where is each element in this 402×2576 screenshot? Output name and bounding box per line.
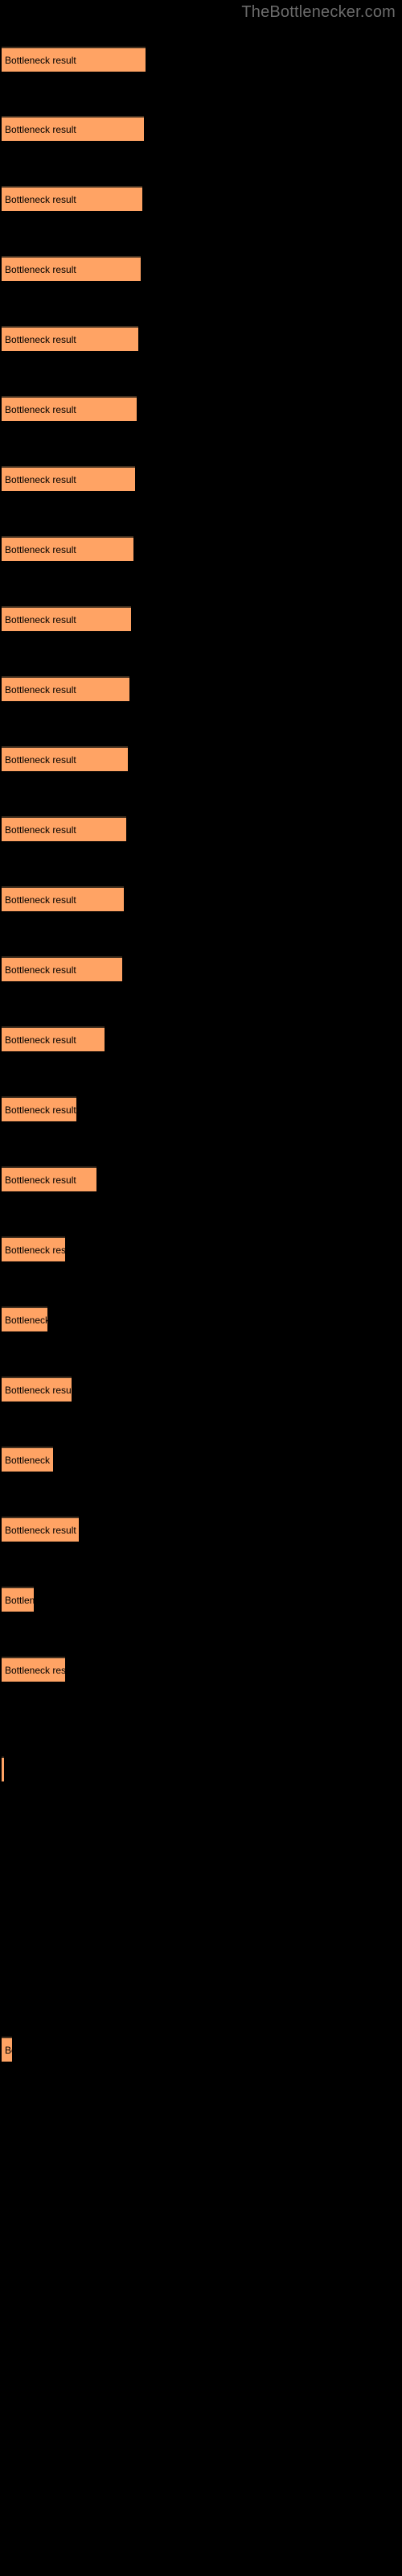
bar-label: Bottleneck result xyxy=(5,1034,76,1046)
bar-label: Bottleneck result xyxy=(5,1664,65,1676)
bar-label: Bottleneck result xyxy=(5,753,76,766)
bar-label: Bottleneck result xyxy=(5,1314,47,1326)
bar-label: Bottleneck result xyxy=(5,333,76,345)
bar-label: Bottleneck result xyxy=(5,54,76,66)
bar-6[interactable]: Bottleneck result xyxy=(2,396,137,421)
bottleneck-bar-chart: Bottleneck result Bottleneck result Bottle… xyxy=(0,0,402,2576)
bar-label: Bottleneck result xyxy=(5,1244,65,1256)
bar-28[interactable]: Bottleneck result xyxy=(2,2037,12,2062)
bar-label: Bottleneck result xyxy=(5,263,76,275)
bar-18[interactable]: Bottleneck result xyxy=(2,1236,65,1261)
bar-7[interactable]: Bottleneck result xyxy=(2,466,135,491)
bar-8[interactable]: Bottleneck result xyxy=(2,536,133,561)
bar-19[interactable]: Bottleneck result xyxy=(2,1307,47,1331)
bar-label: Bottleneck result xyxy=(5,1524,76,1536)
bar-5[interactable]: Bottleneck result xyxy=(2,326,138,351)
bar-9[interactable]: Bottleneck result xyxy=(2,606,131,631)
bar-3[interactable]: Bottleneck result xyxy=(2,186,142,211)
bar-label: Bottleneck result xyxy=(5,964,76,976)
bar-10[interactable]: Bottleneck result xyxy=(2,676,129,701)
bar-25[interactable]: Bottleneck result xyxy=(2,1757,4,1781)
bar-label: Bottleneck result xyxy=(5,1384,72,1396)
bar-label: Bottleneck result xyxy=(5,894,76,906)
bar-label: Bottleneck result xyxy=(5,403,76,415)
bar-label: Bottleneck result xyxy=(5,613,76,625)
bar-14[interactable]: Bottleneck result xyxy=(2,956,122,981)
bar-13[interactable]: Bottleneck result xyxy=(2,886,124,911)
bar-label: Bottleneck result xyxy=(5,473,76,485)
bar-label: Bottleneck result xyxy=(5,123,76,135)
bar-label: Bottleneck result xyxy=(5,1594,34,1606)
bar-2[interactable]: Bottleneck result xyxy=(2,116,144,141)
bar-label: Bottleneck result xyxy=(5,824,76,836)
bar-label: Bottleneck result xyxy=(5,1174,76,1186)
bar-label: Bottleneck result xyxy=(5,543,76,555)
bar-20[interactable]: Bottleneck result xyxy=(2,1377,72,1402)
bar-15[interactable]: Bottleneck result xyxy=(2,1026,105,1051)
bar-22[interactable]: Bottleneck result xyxy=(2,1517,79,1542)
bar-12[interactable]: Bottleneck result xyxy=(2,816,126,841)
bar-23[interactable]: Bottleneck result xyxy=(2,1587,34,1612)
bar-16[interactable]: Bottleneck result xyxy=(2,1096,76,1121)
bar-label: Bottleneck result xyxy=(5,1104,76,1116)
bar-21[interactable]: Bottleneck result xyxy=(2,1447,53,1472)
bar-label: Bottleneck result xyxy=(5,2044,12,2056)
bar-label: Bottleneck result xyxy=(5,1454,53,1466)
bar-label: Bottleneck result xyxy=(5,683,76,696)
bar-label: Bottleneck result xyxy=(5,193,76,205)
bar-4[interactable]: Bottleneck result xyxy=(2,256,141,281)
bar-1[interactable]: Bottleneck result xyxy=(2,47,146,72)
bar-11[interactable]: Bottleneck result xyxy=(2,746,128,771)
bar-17[interactable]: Bottleneck result xyxy=(2,1166,96,1191)
bar-24[interactable]: Bottleneck result xyxy=(2,1657,65,1682)
